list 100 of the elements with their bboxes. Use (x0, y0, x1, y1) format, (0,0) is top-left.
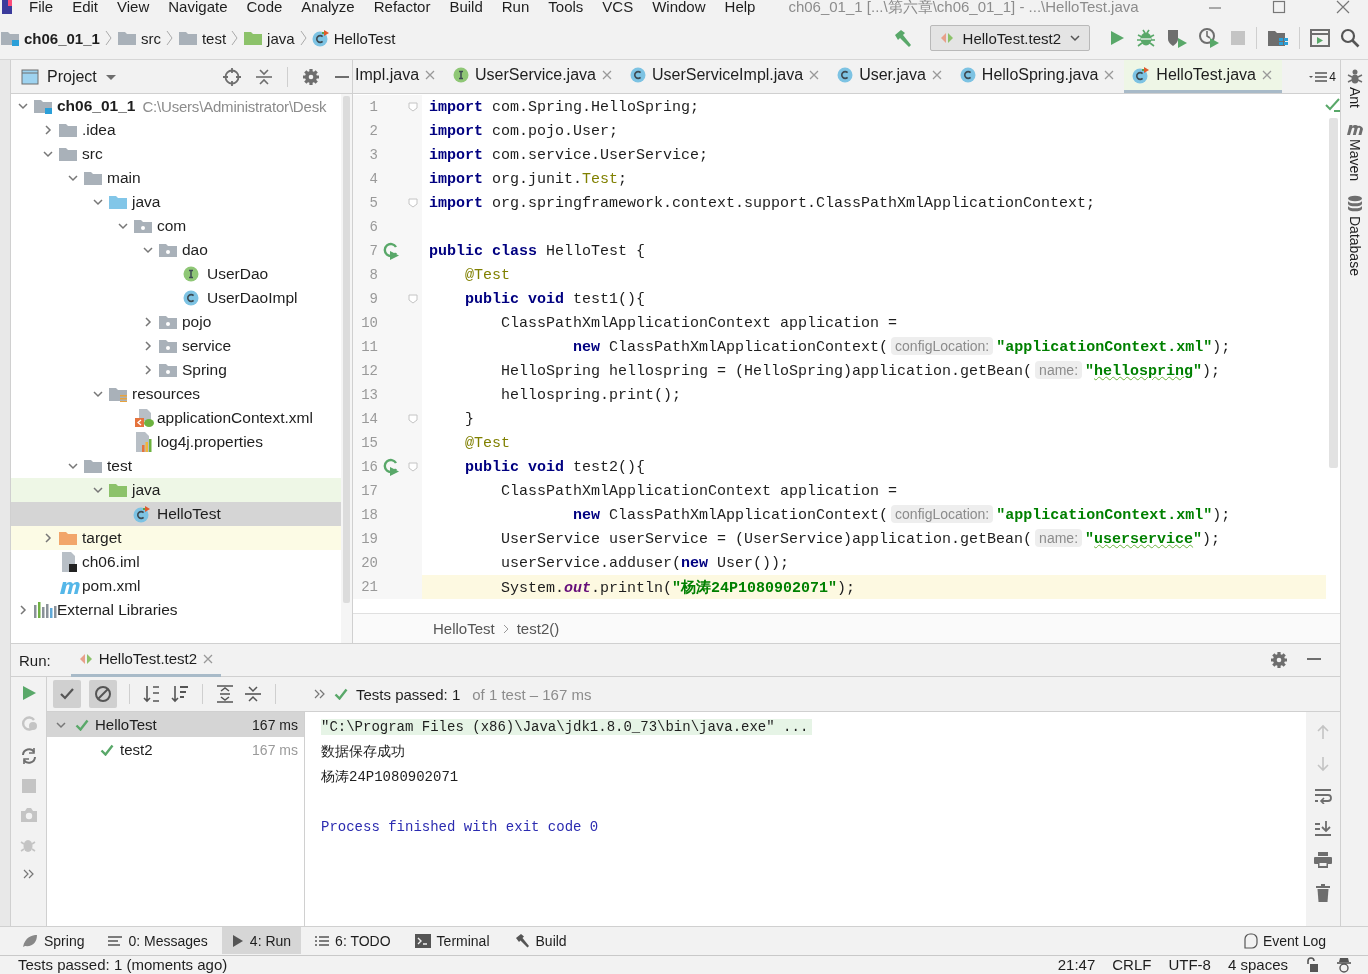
auto-test-icon[interactable] (19, 747, 38, 766)
breadcrumb-item[interactable]: HelloTest (333, 29, 396, 47)
menu-item[interactable]: VCS (602, 0, 634, 16)
run-configuration-dropdown[interactable]: HelloTest.test2 (929, 25, 1090, 51)
editor-tab[interactable]: User.java (829, 60, 952, 93)
tree-row[interactable]: dao (11, 238, 341, 262)
chevron-icon[interactable] (92, 388, 104, 400)
lock-icon[interactable] (1305, 956, 1319, 973)
chevron-icon[interactable] (17, 100, 29, 112)
tree-row[interactable]: UserDaoImpl (11, 286, 341, 310)
menu-item[interactable]: File (29, 0, 54, 16)
tree-row[interactable]: target (11, 526, 341, 550)
event-log-button[interactable]: Event Log (1241, 927, 1368, 954)
chevron-icon[interactable] (42, 532, 54, 544)
test-tree-row[interactable]: HelloTest 167 ms (47, 712, 304, 738)
close-icon[interactable] (809, 70, 820, 80)
tool-window-button[interactable]: Maven (1346, 139, 1363, 182)
tree-row[interactable]: log4j.properties (11, 430, 341, 454)
chevron-icon[interactable] (142, 340, 154, 352)
close-icon[interactable] (203, 653, 214, 664)
status-item[interactable]: CRLF (1112, 956, 1152, 973)
tool-window-tab[interactable]: Build (503, 927, 577, 954)
menu-item[interactable]: Edit (72, 0, 99, 16)
tree-row[interactable]: External Libraries (11, 598, 341, 622)
maximize-window-icon[interactable] (1272, 0, 1286, 14)
editor-tab[interactable]: UserService.java (445, 60, 622, 93)
panel-title[interactable]: Project (47, 67, 97, 86)
expand-all-icon[interactable] (215, 684, 235, 705)
tool-window-button[interactable]: Ant (1346, 87, 1363, 108)
status-item[interactable]: UTF-8 (1168, 956, 1211, 973)
editor-tab[interactable]: UserServiceImpl.java (621, 60, 830, 93)
breadcrumb-item[interactable]: java (267, 29, 295, 47)
chevron-icon[interactable] (42, 124, 54, 136)
chevron-icon[interactable] (67, 460, 79, 472)
chevron-icon[interactable] (117, 220, 129, 232)
trash-icon[interactable] (1316, 884, 1330, 903)
soft-wrap-icon[interactable] (1314, 788, 1332, 805)
breadcrumb-item[interactable]: HelloTest (433, 620, 495, 638)
scrollbar[interactable] (341, 94, 352, 644)
close-icon[interactable] (1104, 70, 1115, 80)
tool-window-tab[interactable]: Spring (12, 927, 95, 954)
tree-row[interactable]: .idea (11, 118, 341, 142)
sort-alphabetically-icon[interactable] (142, 684, 162, 705)
tree-row[interactable]: ch06.iml (11, 550, 341, 574)
menu-item[interactable]: Refactor (373, 0, 431, 16)
menu-item[interactable]: Help (724, 0, 756, 16)
toggle-button[interactable] (89, 680, 117, 709)
chevron-icon[interactable] (42, 148, 54, 160)
close-icon[interactable] (1261, 70, 1272, 80)
more-icon[interactable] (22, 869, 35, 880)
breadcrumb-item[interactable]: src (140, 29, 161, 47)
run-tab[interactable]: HelloTest.test2 (70, 643, 222, 677)
tree-row[interactable]: pom.xml (11, 574, 341, 598)
tree-row[interactable]: java (11, 478, 341, 502)
project-structure-icon[interactable] (1267, 28, 1289, 48)
menu-item[interactable]: Window (652, 0, 706, 16)
run-test-icon[interactable] (381, 458, 400, 476)
chevron-icon[interactable] (92, 484, 104, 496)
close-icon[interactable] (425, 70, 436, 80)
close-icon[interactable] (931, 70, 942, 80)
tool-window-button[interactable]: Database (1346, 216, 1363, 276)
run-window-icon[interactable] (1310, 29, 1330, 47)
print-icon[interactable] (1314, 852, 1332, 869)
tree-row[interactable]: resources (11, 382, 341, 406)
inspector-icon[interactable] (1336, 956, 1352, 973)
search-icon[interactable] (1340, 28, 1360, 48)
chevron-icon[interactable] (142, 316, 154, 328)
scrollbar[interactable] (1328, 118, 1338, 468)
chevron-icon[interactable] (67, 172, 79, 184)
status-item[interactable]: 4 spaces (1227, 956, 1288, 973)
toggle-button[interactable] (53, 680, 81, 709)
run-icon[interactable] (1108, 29, 1126, 47)
run-icon[interactable] (20, 685, 37, 702)
tree-row[interactable]: main (11, 166, 341, 190)
close-window-icon[interactable] (1336, 0, 1350, 14)
more-icon[interactable] (314, 689, 326, 700)
sort-by-duration-icon[interactable] (170, 684, 190, 705)
breadcrumb-item[interactable]: test2() (516, 620, 560, 638)
menu-item[interactable]: Code (246, 0, 283, 16)
menu-item[interactable]: Build (449, 0, 483, 16)
tab-list-icon[interactable] (1309, 70, 1328, 83)
tree-row[interactable]: ch06_01_1 C:\Users\Administrator\Desk (11, 94, 341, 118)
chevron-icon[interactable] (142, 244, 154, 256)
tool-window-tab[interactable]: 0: Messages (98, 927, 218, 954)
debug-icon[interactable] (1136, 28, 1156, 48)
tree-row[interactable]: applicationContext.xml (11, 406, 341, 430)
editor-tab[interactable]: HelloTest.java (1124, 60, 1282, 93)
run-test-icon[interactable] (381, 242, 400, 260)
close-icon[interactable] (601, 70, 612, 80)
menu-item[interactable]: Run (501, 0, 530, 16)
breadcrumb-item[interactable]: test (201, 29, 227, 47)
tool-window-tab[interactable]: 6: TODO (305, 927, 401, 954)
profiler-icon[interactable] (1198, 27, 1220, 49)
chevron-icon[interactable] (142, 364, 154, 376)
status-item[interactable]: 21:47 (1057, 956, 1096, 973)
menu-item[interactable]: Navigate (168, 0, 228, 16)
tree-row[interactable]: test (11, 454, 341, 478)
menu-item[interactable]: View (117, 0, 150, 16)
tree-row[interactable]: UserDao (11, 262, 341, 286)
editor-tab[interactable]: Impl.java (353, 60, 446, 93)
